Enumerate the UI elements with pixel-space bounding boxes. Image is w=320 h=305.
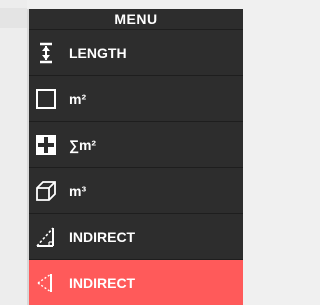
app-stage: MENU LENGTH m² ∑m² m³ INDIRECT INDIRECT [0, 0, 243, 305]
menu-item-indirect-1[interactable]: INDIRECT [29, 214, 243, 260]
menu-title: MENU [29, 9, 243, 30]
menu-item-label: LENGTH [69, 44, 127, 61]
indirect-dashed-icon [35, 272, 57, 294]
menu-item-area[interactable]: m² [29, 76, 243, 122]
menu-item-label: INDIRECT [69, 274, 136, 291]
area-icon [35, 88, 57, 110]
menu-item-label: m² [69, 90, 87, 107]
menu-item-label: m³ [69, 182, 87, 199]
menu-item-label: INDIRECT [69, 228, 136, 245]
indirect-triangle-icon [35, 226, 57, 248]
background-toolbar [0, 8, 27, 28]
measurement-menu: MENU LENGTH m² ∑m² m³ INDIRECT INDIRECT [27, 9, 243, 305]
menu-item-indirect-2[interactable]: INDIRECT [29, 260, 243, 305]
length-icon [35, 42, 57, 64]
menu-item-length[interactable]: LENGTH [29, 30, 243, 76]
volume-icon [35, 180, 57, 202]
sum-area-icon [35, 134, 57, 156]
menu-item-label: ∑m² [69, 136, 97, 153]
menu-item-sum-area[interactable]: ∑m² [29, 122, 243, 168]
background-panel [0, 0, 27, 305]
menu-item-volume[interactable]: m³ [29, 168, 243, 214]
